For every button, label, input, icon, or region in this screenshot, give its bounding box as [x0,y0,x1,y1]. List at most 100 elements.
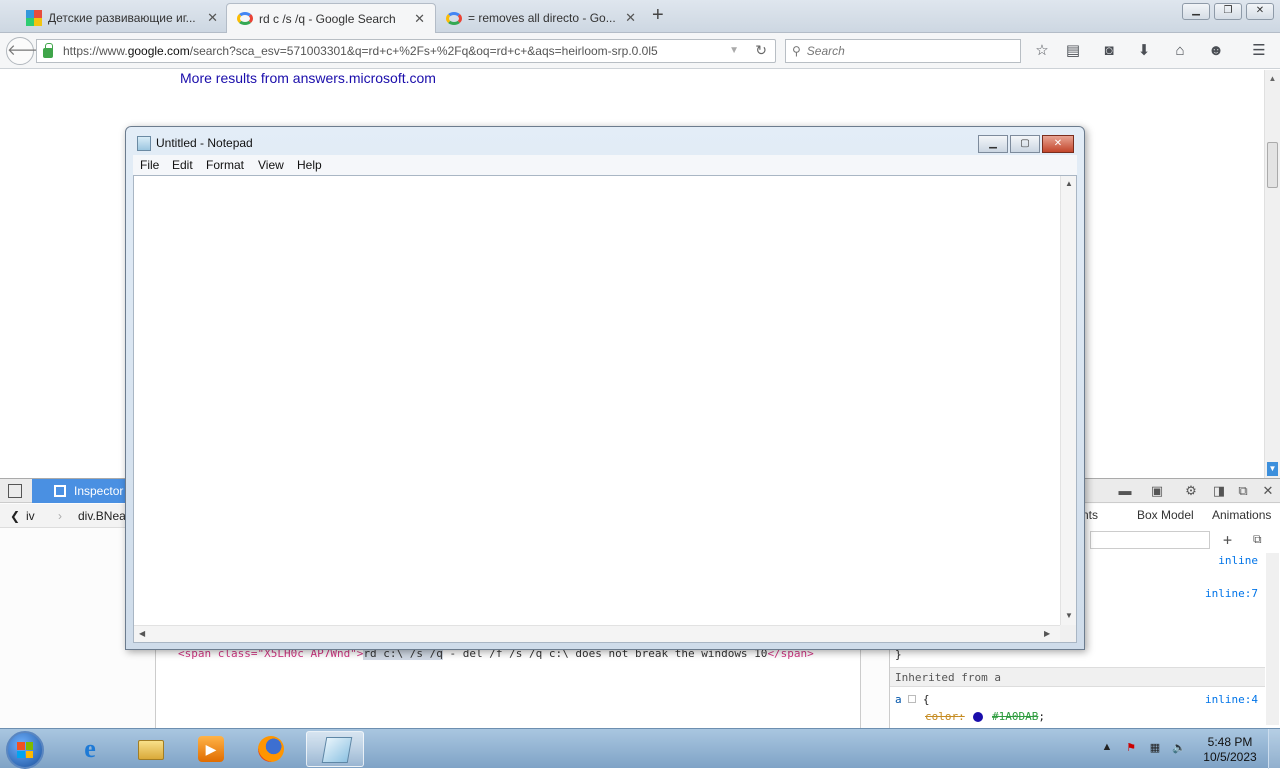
scroll-up-arrow-icon[interactable]: ▲ [1267,72,1278,86]
tab-inspector[interactable]: Inspector [32,479,132,503]
notepad-icon [137,136,151,151]
undock-window-icon[interactable]: ⧉ [1235,483,1251,499]
start-button[interactable] [6,731,44,769]
show-desktop-button[interactable] [1268,729,1280,769]
clock-time: 5:48 PM [1207,735,1253,749]
action-center-flag-icon[interactable]: ⚑ [1124,741,1138,755]
tab-google-search[interactable]: rd c /s /q - Google Search ✕ [226,3,436,33]
tab-animations[interactable]: Animations [1212,508,1271,522]
tab-box-model[interactable]: Box Model [1137,508,1194,522]
close-tab-icon[interactable]: ✕ [207,10,218,26]
tab-kids-games[interactable]: Детские развивающие иг... ✕ [16,3,228,33]
search-icon: ⚲ [792,44,801,58]
rule-source-link[interactable]: inline [1218,554,1258,567]
markup-view[interactable]: <span class="X5LH0c AP7Wnd">rd c:\ /s /q… [155,639,861,729]
maximize-button[interactable]: ▢ [1010,135,1040,153]
color-swatch-icon[interactable] [973,712,984,722]
chat-icon[interactable]: ☻ [1206,41,1226,61]
scroll-right-arrow-icon[interactable]: ▶ [1044,629,1050,638]
reading-list-icon[interactable]: ▤ [1063,41,1083,61]
downloads-icon[interactable]: ⬇ [1134,41,1154,61]
resize-grip-icon[interactable] [1060,625,1076,642]
settings-gear-icon[interactable]: ⚙ [1183,483,1199,499]
restore-window-icon[interactable]: ❐ [1214,3,1242,20]
kids-site-favicon-icon [26,10,42,26]
url-prefix: https://www. [63,44,128,58]
vertical-scrollbar[interactable]: ▲ ▼ [1060,176,1076,625]
overridden-declaration[interactable]: color: #1A0DAB; [925,710,1045,723]
url-path: /search?sca_esv=571003301&q=rd+c+%2Fs+%2… [189,44,658,58]
search-field[interactable]: ⚲ Search [785,39,1021,63]
taskbar-internet-explorer[interactable]: e [60,731,118,767]
new-tab-icon[interactable]: + [652,4,664,27]
scroll-left-arrow-icon[interactable]: ◀ [139,629,145,638]
rule-source-link[interactable]: inline:7 [1205,587,1258,600]
navigation-toolbar: 🡐 https://www. google.com/search?sca_esv=… [0,33,1280,69]
taskbar-notepad[interactable] [306,731,364,767]
horizontal-scrollbar[interactable]: ◀ ▶ [134,625,1061,642]
rules-scrollbar[interactable] [1266,553,1279,725]
copy-stylesheet-icon[interactable]: ⧉ [1253,532,1262,547]
more-results-link[interactable]: More results from answers.microsoft.com [180,70,436,86]
home-icon[interactable]: ⌂ [1170,41,1190,61]
show-hidden-icons-icon[interactable]: ▲ [1100,741,1114,755]
close-devtools-icon[interactable]: ✕ [1260,483,1276,499]
dock-side-icon[interactable]: ◨ [1211,483,1227,499]
bookmark-star-icon[interactable]: ☆ [1032,41,1052,61]
window-title: Untitled - Notepad [156,136,253,150]
breadcrumb-item[interactable]: div.BNea [78,509,126,523]
menu-format[interactable]: Format [206,158,244,172]
close-window-icon[interactable]: ✕ [1246,3,1274,20]
taskbar-file-explorer[interactable] [121,731,179,767]
split-console-icon[interactable]: ▬ [1117,483,1133,499]
taskbar-firefox[interactable] [241,731,299,767]
volume-muted-icon[interactable]: 🔈 [1172,741,1186,755]
tab-removes-directories[interactable]: = removes all directo - Go... ✕ [436,3,646,33]
minimize-window-icon[interactable]: ▁ [1182,3,1210,20]
element-picker-icon[interactable] [8,484,22,498]
pocket-icon[interactable]: ◙ [1099,41,1119,61]
notepad-window[interactable]: Untitled - Notepad ▁ ▢ ✕ File Edit Forma… [125,126,1085,650]
close-button[interactable]: ✕ [1042,135,1074,153]
rule-selector: a { [895,693,930,706]
network-icon[interactable]: ▦ [1148,741,1162,755]
media-player-icon: ▶ [198,736,224,762]
breadcrumb-back-icon[interactable]: ❮ [10,509,20,523]
menu-help[interactable]: Help [297,158,322,172]
taskbar-media-player[interactable]: ▶ [181,731,239,767]
address-bar[interactable]: https://www. google.com/search?sca_esv=57… [36,39,776,63]
page-scrollbar[interactable]: ▲ ▼ [1264,70,1280,478]
tab-strip: Детские развивающие иг... ✕ rd c /s /q -… [0,0,1280,33]
close-tab-icon[interactable]: ✕ [414,11,425,27]
reload-icon[interactable]: ↻ [755,42,767,59]
secure-lock-icon[interactable] [43,43,53,58]
internet-explorer-icon: e [84,734,96,763]
back-arrow-icon[interactable]: 🡐 [6,37,47,65]
close-tab-icon[interactable]: ✕ [625,10,636,26]
responsive-mode-icon[interactable]: ▣ [1149,483,1165,499]
inspector-label: Inspector [74,484,124,498]
google-favicon-icon [446,11,462,25]
tab-title: rd c /s /q - Google Search [259,11,396,26]
menu-view[interactable]: View [258,158,284,172]
taskbar: e ▶ ▲ ⚑ ▦ 🔈 5:48 PM 10/5/2023 [0,728,1280,769]
url-history-dropdown-icon[interactable]: ▼ [729,45,739,56]
menu-bar: File Edit Format View Help [133,155,1077,175]
breadcrumb-item[interactable]: iv [26,509,35,523]
scrollbar-thumb[interactable] [1267,142,1278,188]
scroll-up-arrow-icon[interactable]: ▲ [1065,179,1073,188]
scroll-down-arrow-icon[interactable]: ▼ [1065,611,1073,620]
minimize-button[interactable]: ▁ [978,135,1008,153]
menu-edit[interactable]: Edit [172,158,193,172]
text-editor-area[interactable]: ▲ ▼ ◀ ▶ [133,175,1077,643]
add-rule-icon[interactable]: + [1223,531,1232,549]
url-domain: google.com [127,44,190,58]
system-clock[interactable]: 5:48 PM 10/5/2023 [1198,735,1262,765]
scroll-down-arrow-icon[interactable]: ▼ [1267,462,1278,476]
windows-logo-icon [17,742,33,758]
rule-source-link[interactable]: inline:4 [1205,693,1258,706]
hamburger-menu-icon[interactable]: ☰ [1249,41,1269,61]
menu-file[interactable]: File [140,158,159,172]
rules-filter-input[interactable] [1090,531,1210,549]
folder-icon [138,740,164,760]
